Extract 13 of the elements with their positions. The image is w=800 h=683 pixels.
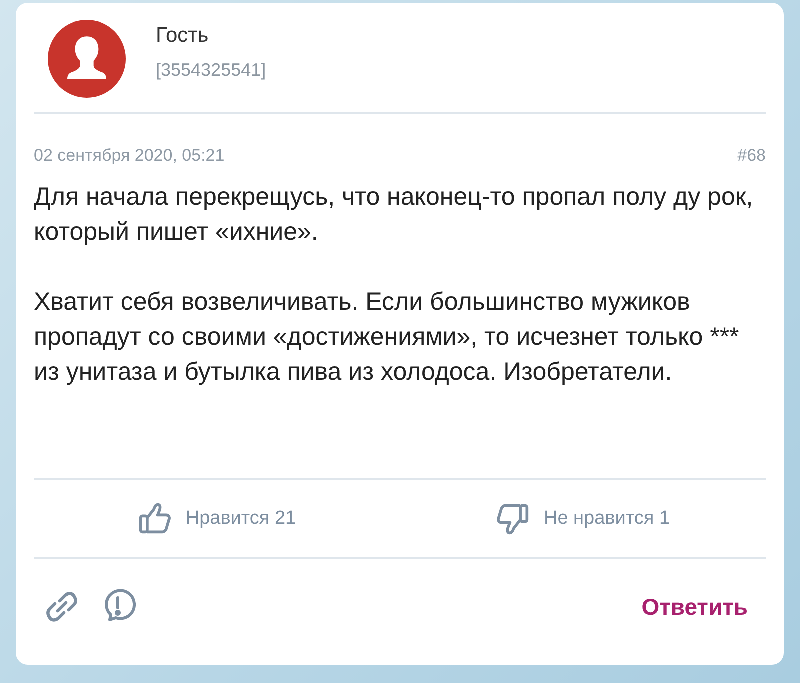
comment-text: Хватит себя возвеличивать. Если большинство мужиков пропадут со своими «достижениями», то исчезнет только *** из унитаза и бутылка пива из холодоса. Изобретатели. [34,287,740,388]
post-date: 02 сентября 2020, 05:21 [34,146,225,166]
post-number: #68 [738,146,766,166]
link-icon[interactable] [44,589,80,625]
like-button[interactable]: Нравится 21 [34,500,400,536]
author-id: [3554325541] [156,60,266,80]
dislike-button[interactable]: Не нравится 1 [400,500,766,536]
author-name: Гость [156,24,210,48]
thumbs-down-icon [496,502,530,536]
comment-text: Для начала перекрещусь, что наконец-то пропал полу ду рок, который пишет «ихние». [34,182,754,248]
reply-button[interactable]: Ответить [636,592,754,622]
avatar-icon [48,20,126,98]
thumbs-up-icon [138,502,172,536]
